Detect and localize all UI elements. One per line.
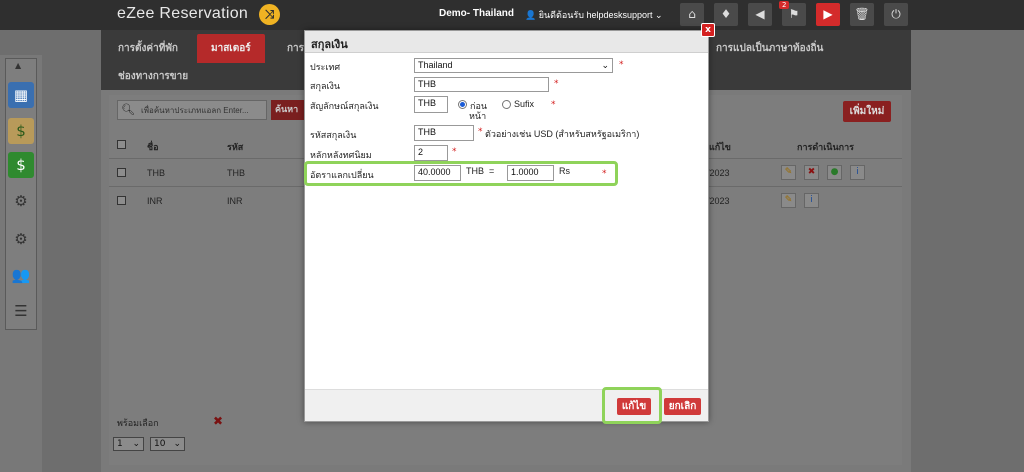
bulk-action-label: พร้อมเลือก xyxy=(117,418,159,428)
nav-property-settings[interactable]: การตั้งค่าที่พัก xyxy=(118,41,178,56)
search-button[interactable]: ค้นหา xyxy=(271,100,305,120)
page-select-value: 1 xyxy=(117,439,123,449)
row-name: THB xyxy=(147,168,165,178)
col-code: รหัส xyxy=(227,142,244,152)
rate-equals: = xyxy=(489,166,495,176)
symbol-input[interactable]: THB xyxy=(414,96,448,113)
currency-label: สกุลเงิน xyxy=(310,81,341,91)
symbol-label: สัญลักษณ์สกุลเงิน xyxy=(310,101,379,111)
country-label: ประเทศ xyxy=(310,62,341,72)
required-mark: * xyxy=(478,127,483,137)
report-icon[interactable]: ☰ xyxy=(8,298,34,324)
currency-input[interactable]: THB xyxy=(414,77,549,92)
settings-icon[interactable]: ⚙ xyxy=(8,188,34,214)
bell-icon[interactable]: ♦ xyxy=(714,3,738,26)
save-button[interactable]: แก้ไข xyxy=(617,398,651,415)
rate-to-input[interactable]: 1.0000 xyxy=(507,165,554,181)
delete-icon[interactable]: ✖ xyxy=(804,165,819,180)
exchange-rate-label: อัตราแลกเปลี่ยน xyxy=(310,170,374,180)
currency-code-label: รหัสสกุลเงิน xyxy=(310,130,357,140)
chevron-down-icon: ⌄ xyxy=(132,439,140,449)
notification-badge: 2 xyxy=(779,1,790,9)
col-actions: การดำเนินการ xyxy=(797,142,854,152)
select-all-checkbox[interactable] xyxy=(117,140,126,149)
row-date: /2023 xyxy=(707,168,730,178)
chevron-down-icon: ⌄ xyxy=(173,439,181,449)
info-icon[interactable]: i xyxy=(850,165,865,180)
country-select[interactable]: Thailand ⌄ xyxy=(414,58,613,73)
bill-icon[interactable]: $ xyxy=(8,152,34,178)
required-mark: * xyxy=(619,60,624,70)
megaphone-icon[interactable]: ◀ xyxy=(748,3,772,26)
user-menu[interactable]: 👤 ยินดีต้อนรับ helpdesksupport ⌄ xyxy=(525,8,663,22)
nav-localization[interactable]: การแปลเป็นภาษาท้องถิ่น xyxy=(716,41,823,56)
cancel-button[interactable]: ยกเลิก xyxy=(664,398,701,415)
page-size-value: 10 xyxy=(154,439,166,449)
calendar-icon[interactable]: ▦ xyxy=(8,82,34,108)
modal-header: สกุลเงิน xyxy=(305,31,708,53)
suffix-radio[interactable] xyxy=(502,100,511,109)
youtube-icon[interactable]: ▶ xyxy=(816,3,840,26)
required-mark: * xyxy=(554,79,559,89)
trash-icon[interactable]: 🗑 xyxy=(850,3,874,26)
row-checkbox[interactable] xyxy=(117,168,126,177)
decimal-label: หลักหลังทศนิยม xyxy=(310,150,372,160)
prefix-radio[interactable] xyxy=(458,100,467,109)
close-button[interactable]: x xyxy=(701,23,715,37)
info-icon[interactable]: i xyxy=(804,193,819,208)
rate-from-unit: THB xyxy=(466,166,484,176)
chevron-down-icon: ⌄ xyxy=(655,10,663,20)
user-welcome: ยินดีต้อนรับ helpdesksupport xyxy=(538,10,653,20)
edit-icon[interactable]: ✎ xyxy=(781,165,796,180)
brand-title: eZee Reservation xyxy=(117,5,249,22)
page-select[interactable]: 1 ⌄ xyxy=(113,437,144,451)
modal-title: สกุลเงิน xyxy=(311,39,348,51)
col-name: ชื่อ xyxy=(147,142,159,152)
row-date: /2023 xyxy=(707,196,730,206)
nav-masters[interactable]: มาสเตอร์ xyxy=(197,34,265,63)
rate-to-unit: Rs xyxy=(559,166,570,176)
row-code: THB xyxy=(227,168,245,178)
country-value: Thailand xyxy=(418,60,453,70)
chevron-down-icon: ⌄ xyxy=(601,60,609,70)
decimal-input[interactable]: 2 xyxy=(414,145,448,161)
status-icon[interactable]: ● xyxy=(827,165,842,180)
shuffle-icon[interactable]: ⤨ xyxy=(259,4,280,25)
edit-icon[interactable]: ✎ xyxy=(781,193,796,208)
widget-settings-icon[interactable]: ⚙ xyxy=(8,226,34,252)
required-mark: * xyxy=(602,169,607,179)
suffix-label: Sufix xyxy=(514,99,535,109)
page-size-select[interactable]: 10 ⌄ xyxy=(150,437,185,451)
required-mark: * xyxy=(452,147,457,157)
row-code: INR xyxy=(227,196,243,206)
row-checkbox[interactable] xyxy=(117,196,126,205)
bulk-delete-icon[interactable]: ✖ xyxy=(213,414,223,428)
currency-code-input[interactable]: THB xyxy=(414,125,474,141)
money-bag-icon[interactable]: $ xyxy=(8,118,34,144)
search-placeholder: เพื่อค้นหาประเภทแอลก Enter... xyxy=(141,106,249,115)
logout-icon[interactable]: ⏻ xyxy=(884,3,908,26)
prefix-label-line2: หน้า xyxy=(469,111,487,121)
search-icon: 🔍︎ xyxy=(121,103,135,116)
required-mark: * xyxy=(551,100,556,110)
nav-other[interactable]: การ xyxy=(287,41,304,56)
home-icon[interactable]: ⌂ xyxy=(680,3,704,26)
col-modified: แก้ไข xyxy=(709,142,731,152)
scroll-up-icon[interactable]: ▲ xyxy=(15,61,21,70)
nav-channels[interactable]: ช่องทางการขาย xyxy=(118,69,188,84)
users-icon[interactable]: 👥 xyxy=(8,262,34,288)
rate-from-input[interactable]: 40.0000 xyxy=(414,165,461,181)
row-name: INR xyxy=(147,196,163,206)
add-new-button[interactable]: เพิ่มใหม่ xyxy=(843,101,891,122)
hotel-name[interactable]: Demo- Thailand xyxy=(439,8,514,19)
currency-code-hint: ตัวอย่างเช่น USD (สำหรับสหรัฐอเมริกา) xyxy=(485,129,640,139)
user-icon: 👤 xyxy=(525,10,537,20)
